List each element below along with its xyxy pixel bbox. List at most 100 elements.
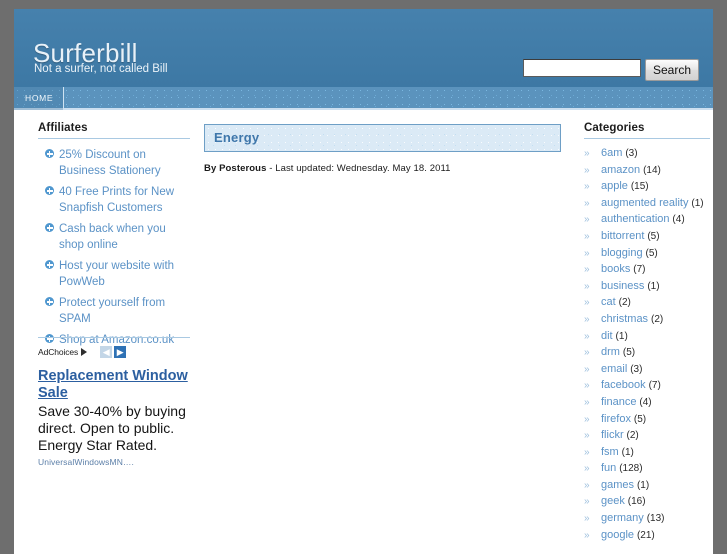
category-link[interactable]: fun: [601, 462, 616, 474]
category-count: (5): [622, 347, 636, 359]
category-link[interactable]: blogging: [601, 247, 643, 259]
category-link[interactable]: finance: [601, 396, 636, 408]
category-list-item: » books (7): [584, 263, 710, 276]
nav-item-home[interactable]: HOME: [14, 87, 65, 110]
category-list-item: » dit (1): [584, 330, 710, 343]
double-chevron-icon: »: [584, 181, 590, 193]
plus-circle-icon: [45, 260, 54, 269]
double-chevron-icon: »: [584, 496, 590, 508]
category-count: (5): [645, 247, 658, 259]
category-count: (7): [633, 264, 646, 276]
ad-header: AdChoices ◀ ▶: [38, 345, 190, 359]
category-link[interactable]: books: [601, 263, 630, 275]
double-chevron-icon: »: [584, 230, 590, 242]
affiliate-link[interactable]: Host your website with PowWeb: [59, 260, 174, 288]
categories-heading: Categories: [584, 122, 645, 134]
double-chevron-icon: »: [584, 380, 590, 392]
category-list-item: » 6am (3): [584, 147, 710, 160]
double-chevron-icon: »: [584, 413, 590, 425]
category-link[interactable]: bittorrent: [601, 230, 644, 242]
category-link[interactable]: dit: [601, 330, 613, 342]
category-list-item: » bittorrent (5): [584, 230, 710, 243]
double-chevron-icon: »: [584, 363, 590, 375]
category-link[interactable]: flickr: [601, 429, 624, 441]
category-list-item: » business (1): [584, 280, 710, 293]
affiliates-divider: [38, 138, 190, 139]
category-list-item: » google (21): [584, 529, 710, 542]
affiliate-list-item: 25% Discount on Business Stationery: [45, 147, 190, 178]
affiliate-link[interactable]: 25% Discount on Business Stationery: [59, 149, 161, 177]
double-chevron-icon: »: [584, 330, 590, 342]
category-link[interactable]: geek: [601, 495, 625, 507]
category-count: (1): [615, 330, 628, 342]
page-frame: Surferbill Not a surfer, not called Bill…: [14, 9, 713, 554]
category-link[interactable]: christmas: [601, 313, 648, 325]
category-count: (4): [639, 396, 652, 408]
category-list-item: » fsm (1): [584, 446, 710, 459]
category-link[interactable]: email: [601, 363, 627, 375]
post-title-box: Energy: [204, 124, 561, 152]
post-meta: By Posterous - Last updated: Wednesday. …: [204, 163, 561, 174]
affiliate-list-item: Cash back when you shop online: [45, 221, 190, 252]
double-chevron-icon: »: [584, 396, 590, 408]
category-count: (21): [636, 529, 655, 541]
category-list-item: » amazon (14): [584, 164, 710, 177]
category-count: (3): [625, 148, 638, 159]
category-link[interactable]: business: [601, 280, 644, 292]
adchoices-label[interactable]: AdChoices: [38, 347, 78, 357]
affiliates-heading: Affiliates: [38, 122, 88, 134]
site-tagline: Not a surfer, not called Bill: [34, 63, 168, 75]
category-link[interactable]: fsm: [601, 446, 619, 458]
search-button[interactable]: Search: [644, 59, 699, 81]
category-list-item: » cat (2): [584, 296, 710, 309]
affiliate-link[interactable]: Cash back when you shop online: [59, 223, 166, 251]
category-list-item: » authentication (4): [584, 213, 710, 226]
category-link[interactable]: augmented reality: [601, 197, 688, 209]
double-chevron-icon: »: [584, 529, 590, 541]
category-link[interactable]: 6am: [601, 147, 622, 159]
category-link[interactable]: cat: [601, 296, 616, 308]
category-link[interactable]: authentication: [601, 213, 670, 225]
affiliate-link[interactable]: Protect yourself from SPAM: [59, 297, 165, 325]
double-chevron-icon: »: [584, 197, 590, 209]
search-form: Search: [522, 59, 699, 81]
category-count: (16): [627, 496, 646, 508]
category-link[interactable]: drm: [601, 346, 620, 358]
search-input[interactable]: [522, 59, 641, 77]
affiliate-link[interactable]: 40 Free Prints for New Snapfish Customer…: [59, 186, 174, 214]
category-count: (2): [626, 430, 639, 442]
category-count: (2): [650, 313, 664, 325]
category-link[interactable]: facebook: [601, 379, 646, 391]
content-columns: Affiliates 25% Discount on Business Stat…: [14, 110, 713, 554]
category-link[interactable]: amazon: [601, 164, 640, 176]
double-chevron-icon: »: [584, 347, 590, 359]
site-header: Surferbill Not a surfer, not called Bill…: [14, 9, 713, 87]
post-author: Posterous: [219, 163, 267, 174]
ad-next-arrow-icon[interactable]: ▶: [114, 346, 127, 358]
double-chevron-icon: »: [584, 313, 590, 325]
category-list-item: » christmas (2): [584, 313, 710, 326]
ad-prev-arrow-icon[interactable]: ◀: [100, 346, 113, 358]
post-meta-prefix: By: [204, 163, 220, 174]
categories-divider: [584, 138, 710, 139]
category-count: (128): [619, 463, 643, 475]
category-link[interactable]: germany: [601, 512, 644, 524]
category-link[interactable]: games: [601, 479, 634, 491]
category-count: (5): [647, 230, 660, 242]
category-list-item: » email (3): [584, 363, 710, 376]
ad-title-link[interactable]: Replacement Window Sale: [38, 368, 190, 402]
adchoices-icon[interactable]: [81, 348, 88, 356]
double-chevron-icon: »: [584, 479, 590, 491]
ad-source-label[interactable]: UniversalWindowsMN….: [38, 457, 190, 467]
category-link[interactable]: google: [601, 529, 634, 541]
category-link[interactable]: firefox: [601, 413, 631, 425]
ad-arrow-controls: ◀ ▶: [100, 346, 127, 358]
plus-circle-icon: [45, 186, 54, 195]
post-meta-date: - Last updated: Wednesday. May 18. 2011: [266, 163, 451, 174]
category-list-item: » finance (4): [584, 396, 710, 409]
category-list-item: » firefox (5): [584, 413, 710, 426]
sidebar-right: Categories » 6am (3) » amazon (14) » apple (1…: [584, 122, 710, 545]
category-link[interactable]: apple: [601, 180, 628, 192]
plus-circle-icon: [45, 149, 54, 158]
double-chevron-icon: »: [584, 247, 590, 259]
